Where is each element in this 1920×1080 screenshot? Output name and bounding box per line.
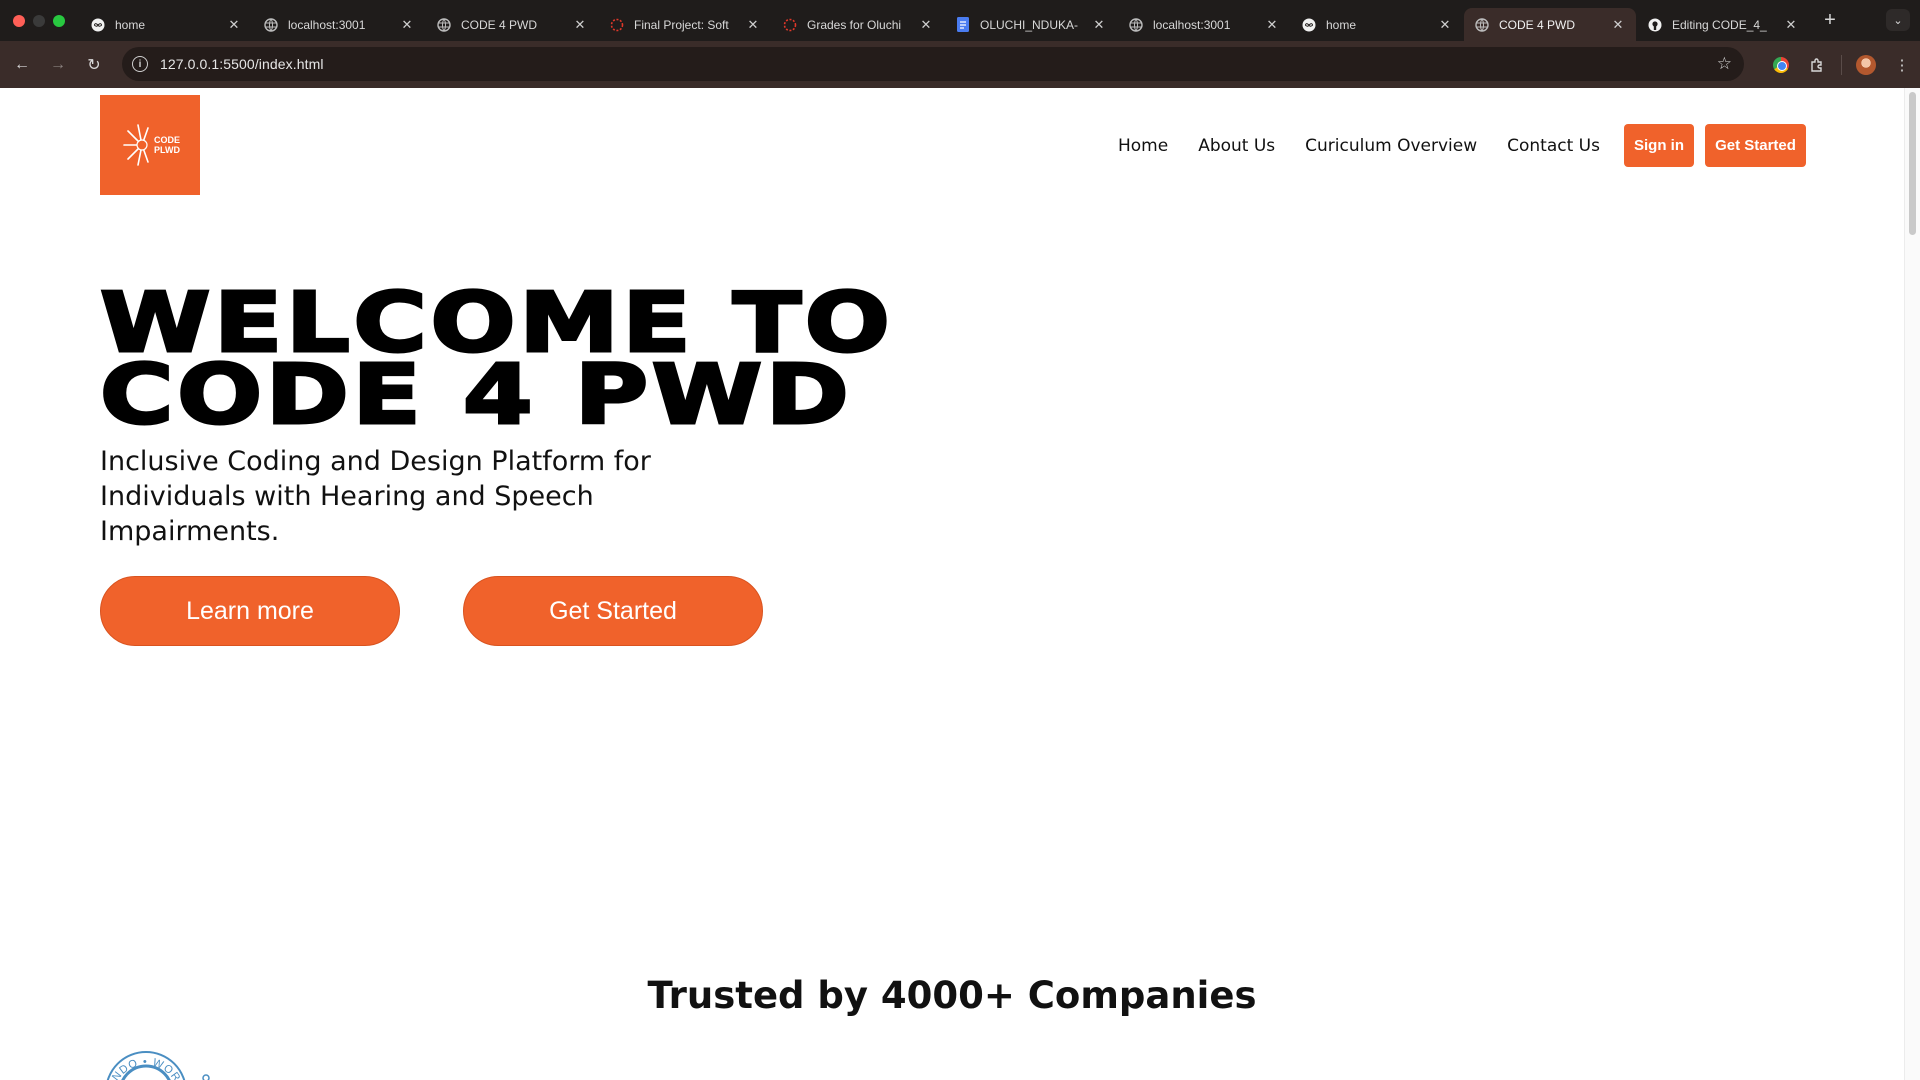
logo-line-1: CODE bbox=[153, 135, 180, 145]
tab-title: home bbox=[1326, 17, 1357, 32]
logo-wordmark: CODE PLWD bbox=[154, 135, 180, 155]
spinner-icon bbox=[609, 17, 624, 32]
nav-get-started-button[interactable]: Get Started bbox=[1705, 124, 1806, 167]
sunburst-logo-icon bbox=[123, 124, 149, 166]
nav-home[interactable]: Home bbox=[1118, 136, 1168, 156]
web-page: CODE PLWD Home About Us Curiculum Overvi… bbox=[0, 88, 1904, 1080]
spinner-icon bbox=[782, 17, 797, 32]
trusted-heading: Trusted by 4000+ Companies bbox=[647, 974, 1257, 1017]
address-bar[interactable]: i 127.0.0.1:5500/index.html ☆ bbox=[122, 47, 1744, 81]
back-arrow-icon[interactable]: ← bbox=[4, 47, 40, 83]
tab-list: home ✕ localhost:3001 ✕ CODE 4 PWD ✕ Final Pro… bbox=[80, 0, 1810, 41]
nav-curriculum-overview[interactable]: Curiculum Overview bbox=[1305, 136, 1477, 156]
close-window-button[interactable] bbox=[13, 14, 25, 27]
tab-search-chevron-icon[interactable]: ⌄ bbox=[1886, 9, 1910, 31]
tab-title: CODE 4 PWD bbox=[1499, 17, 1576, 32]
new-tab-button[interactable]: + bbox=[1816, 0, 1844, 41]
site-info-icon[interactable]: i bbox=[132, 56, 148, 72]
browser-tab[interactable]: OLUCHI_NDUKA- ✕ bbox=[945, 8, 1117, 41]
tab-title: home bbox=[115, 17, 146, 32]
globe-icon bbox=[1474, 17, 1489, 32]
browser-tab[interactable]: home ✕ bbox=[1291, 8, 1463, 41]
globe-icon bbox=[263, 17, 278, 32]
learn-more-button[interactable]: Learn more bbox=[100, 576, 400, 646]
close-tab-icon[interactable]: ✕ bbox=[1091, 17, 1107, 33]
infinity-icon bbox=[90, 17, 105, 32]
close-tab-icon[interactable]: ✕ bbox=[745, 17, 761, 33]
scrollbar-thumb[interactable] bbox=[1909, 92, 1916, 235]
tab-title: localhost:3001 bbox=[1153, 17, 1231, 32]
page-scrollbar[interactable] bbox=[1904, 88, 1920, 1080]
svg-text:UNDO • WORL: UNDO • WORL bbox=[105, 1056, 186, 1080]
browser-tab[interactable]: Final Project: Soft ✕ bbox=[599, 8, 771, 41]
close-tab-icon[interactable]: ✕ bbox=[572, 17, 588, 33]
tab-title: OLUCHI_NDUKA- bbox=[980, 17, 1079, 32]
partner-logo-image: UNDO • WORL bbox=[105, 1051, 210, 1080]
browser-tab[interactable]: localhost:3001 ✕ bbox=[1118, 8, 1290, 41]
tab-title: localhost:3001 bbox=[288, 17, 366, 32]
infinity-icon bbox=[1301, 17, 1316, 32]
tab-title: Editing CODE_4_ bbox=[1672, 17, 1767, 32]
forward-arrow-icon[interactable]: → bbox=[40, 47, 76, 83]
tab-title: Final Project: Soft bbox=[634, 17, 729, 32]
browser-tab[interactable]: CODE 4 PWD ✕ bbox=[1464, 8, 1636, 41]
tab-title: CODE 4 PWD bbox=[461, 17, 538, 32]
logo-line-2: PLWD bbox=[153, 145, 180, 155]
address-url[interactable]: 127.0.0.1:5500/index.html bbox=[160, 56, 324, 72]
close-tab-icon[interactable]: ✕ bbox=[918, 17, 934, 33]
browser-tab[interactable]: CODE 4 PWD ✕ bbox=[426, 8, 598, 41]
hero-get-started-button[interactable]: Get Started bbox=[463, 576, 763, 646]
site-logo[interactable]: CODE PLWD bbox=[100, 95, 200, 195]
browser-tab[interactable]: Grades for Oluchi ✕ bbox=[772, 8, 944, 41]
minimize-window-button[interactable] bbox=[33, 14, 45, 27]
hero-subtitle: Inclusive Coding and Design Platform for… bbox=[100, 446, 651, 547]
tab-title: Grades for Oluchi bbox=[807, 17, 902, 32]
nav-contact-us[interactable]: Contact Us bbox=[1507, 136, 1600, 156]
toolbar-actions: ⋮ bbox=[1763, 41, 1920, 88]
toolbar-divider bbox=[1841, 54, 1842, 75]
hero-title-line-2: CODE 4 PWD bbox=[98, 348, 853, 443]
window-controls bbox=[0, 14, 80, 27]
close-tab-icon[interactable]: ✕ bbox=[399, 17, 415, 33]
globe-icon bbox=[436, 17, 451, 32]
main-nav: Home About Us Curiculum Overview Contact… bbox=[1118, 124, 1806, 167]
browser-toolbar: ← → ↻ i 127.0.0.1:5500/index.html ☆ ⋮ bbox=[0, 41, 1920, 88]
browser-tab[interactable]: Editing CODE_4_ ✕ bbox=[1637, 8, 1809, 41]
close-tab-icon[interactable]: ✕ bbox=[1437, 17, 1453, 33]
docs-icon bbox=[955, 17, 970, 32]
close-tab-icon[interactable]: ✕ bbox=[1610, 17, 1626, 33]
nav-about-us[interactable]: About Us bbox=[1198, 136, 1275, 156]
close-tab-icon[interactable]: ✕ bbox=[226, 17, 242, 33]
bookmark-star-icon[interactable]: ☆ bbox=[1717, 54, 1732, 74]
partner-logo-badge: UNDO • WORL bbox=[94, 1044, 214, 1080]
chrome-extension-icon[interactable] bbox=[1763, 47, 1799, 83]
zoom-window-button[interactable] bbox=[53, 14, 65, 27]
sign-in-button[interactable]: Sign in bbox=[1624, 124, 1694, 167]
github-icon bbox=[1647, 17, 1662, 32]
extensions-puzzle-icon[interactable] bbox=[1799, 47, 1835, 83]
reload-icon[interactable]: ↻ bbox=[76, 47, 112, 83]
browser-tab[interactable]: localhost:3001 ✕ bbox=[253, 8, 425, 41]
hero-title: WELCOME TO CODE 4 PWD bbox=[98, 281, 1198, 443]
profile-avatar[interactable] bbox=[1848, 47, 1884, 83]
close-tab-icon[interactable]: ✕ bbox=[1264, 17, 1280, 33]
more-menu-icon[interactable]: ⋮ bbox=[1884, 47, 1920, 83]
browser-tabstrip: home ✕ localhost:3001 ✕ CODE 4 PWD ✕ Final Pro… bbox=[0, 0, 1920, 41]
browser-tab[interactable]: home ✕ bbox=[80, 8, 252, 41]
close-tab-icon[interactable]: ✕ bbox=[1783, 17, 1799, 33]
globe-icon bbox=[1128, 17, 1143, 32]
